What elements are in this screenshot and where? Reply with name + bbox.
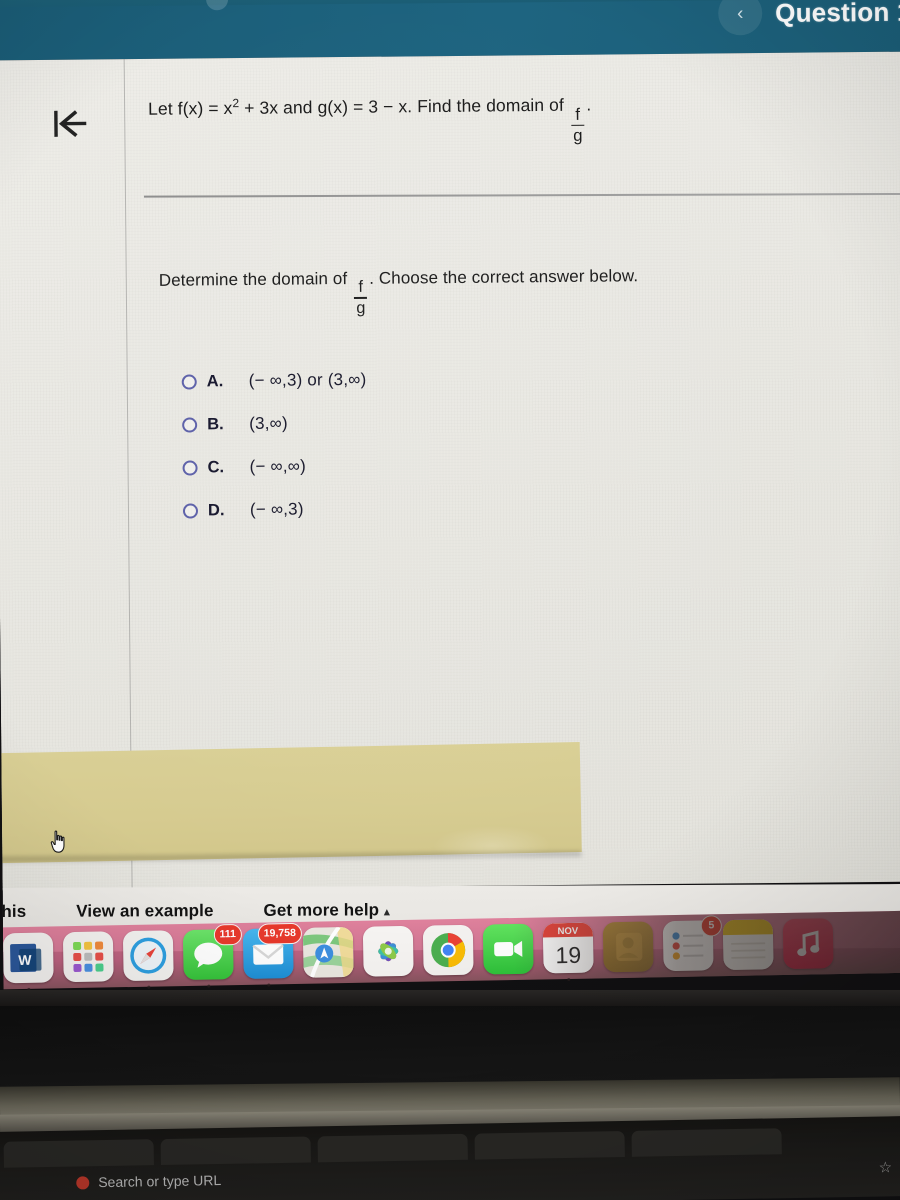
- radio-button-b[interactable]: [182, 417, 198, 433]
- background-tab[interactable]: [474, 1130, 625, 1160]
- facetime-icon: [482, 923, 534, 975]
- fraction-numerator: f: [575, 104, 581, 124]
- launchpad-icon: [62, 931, 114, 983]
- calendar-icon: NOV 19: [542, 922, 594, 974]
- caret-up-icon: ▴: [384, 906, 390, 919]
- contacts-icon: [602, 921, 654, 973]
- reminders-badge: 5: [700, 915, 723, 937]
- svg-text:W: W: [18, 952, 32, 968]
- laptop-screen: ‹ Question 10 Let f(x) = x2 + 3x and g(x…: [0, 0, 900, 1009]
- fraction-denominator: g: [573, 125, 583, 145]
- safari-icon: [122, 930, 174, 982]
- radio-button-d[interactable]: [182, 503, 199, 519]
- dock-item-safari[interactable]: [122, 930, 174, 989]
- background-omnibox[interactable]: Search or type URL: [76, 1172, 221, 1191]
- instruction-prefix: Determine the domain of: [158, 268, 353, 290]
- previous-question-button[interactable]: ‹: [718, 0, 763, 36]
- dock-item-reminders[interactable]: 5: [662, 915, 723, 972]
- background-browser-tabstrip: [0, 1126, 900, 1172]
- dock-item-google-chrome[interactable]: [422, 924, 474, 976]
- background-tab[interactable]: [631, 1128, 782, 1157]
- google-chrome-icon: [422, 924, 474, 976]
- adjacent-window-strip: [0, 742, 582, 864]
- microsoft-word-icon: W: [2, 932, 54, 984]
- fraction-f-over-g: fg: [571, 104, 585, 145]
- radio-button-c[interactable]: [182, 460, 198, 476]
- choice-letter-c: C.: [207, 457, 225, 477]
- dock-item-microsoft-word[interactable]: W: [2, 932, 54, 991]
- notes-icon: [722, 919, 774, 971]
- site-favicon-icon: [76, 1175, 90, 1190]
- background-tab[interactable]: [160, 1136, 311, 1166]
- instruction-suffix: . Choose the correct answer below.: [369, 266, 639, 288]
- choice-value-d: (− ∞,3): [249, 499, 304, 520]
- answer-choice-c[interactable]: C. (− ∞,∞): [160, 440, 860, 490]
- help-links: lve this View an example Get more help ▴: [0, 900, 390, 922]
- photograph-of-laptop-screen: ‹ Question 10 Let f(x) = x2 + 3x and g(x…: [0, 0, 900, 1200]
- background-monitor: Search or type URL ☆: [0, 1115, 900, 1200]
- messages-badge: 111: [213, 923, 243, 946]
- prompt-middle: + 3x and g(x) = 3 − x. Find the domain o…: [239, 94, 569, 118]
- solve-this-link[interactable]: lve this: [0, 902, 26, 922]
- get-more-help-label: Get more help: [263, 900, 380, 920]
- running-indicator-dot: [207, 984, 211, 988]
- dock-item-photos[interactable]: [362, 925, 414, 977]
- dock-item-launchpad[interactable]: [62, 931, 114, 983]
- solve-this-label: lve this: [0, 901, 27, 921]
- fraction-numerator: f: [358, 278, 364, 297]
- photos-icon: [362, 925, 414, 977]
- prompt-prefix: Let f(x) = x: [148, 97, 233, 119]
- background-tab[interactable]: [317, 1133, 468, 1163]
- answer-choice-d[interactable]: D. (− ∞,3): [161, 483, 861, 533]
- omnibox-placeholder: Search or type URL: [98, 1172, 222, 1191]
- choice-value-a: (− ∞,3) or (3,∞): [248, 370, 367, 391]
- answer-choice-a[interactable]: A. (− ∞,3) or (3,∞): [160, 354, 860, 404]
- svg-text:19: 19: [555, 942, 581, 968]
- dock-item-maps[interactable]: [302, 926, 354, 978]
- radio-button-a[interactable]: [181, 374, 197, 390]
- background-tab[interactable]: [3, 1139, 154, 1168]
- dock-item-messages[interactable]: 111: [182, 923, 243, 988]
- fraction-denominator: g: [356, 299, 366, 318]
- dock-item-music[interactable]: [782, 918, 834, 970]
- answer-choice-list: A. (− ∞,3) or (3,∞) B. (3,∞) C. (− ∞,∞): [160, 354, 862, 533]
- app-header-bar: ‹ Question 10: [0, 0, 900, 61]
- get-more-help-link[interactable]: Get more help ▴: [263, 900, 389, 921]
- running-indicator-dot: [567, 977, 571, 982]
- answer-instruction: Determine the domain of fg. Choose the c…: [159, 264, 859, 318]
- skip-to-start-icon[interactable]: [50, 103, 92, 143]
- question-number-title: Question 10: [775, 0, 900, 28]
- running-indicator-dot: [267, 983, 271, 987]
- ghost-tab-icon: [205, 0, 229, 11]
- music-icon: [782, 918, 834, 970]
- question-content-area: Let f(x) = x2 + 3x and g(x) = 3 − x. Fin…: [0, 51, 900, 891]
- choice-value-b: (3,∞): [249, 413, 288, 434]
- view-an-example-link[interactable]: View an example: [76, 901, 213, 922]
- question-prompt-row: Let f(x) = x2 + 3x and g(x) = 3 − x. Fin…: [50, 90, 880, 150]
- header-navigation: ‹ Question 10: [718, 0, 900, 36]
- dock-item-calendar[interactable]: NOV 19: [542, 922, 594, 982]
- choice-letter-b: B.: [207, 414, 224, 434]
- mail-badge: 19,758: [257, 922, 303, 945]
- answer-choice-b[interactable]: B. (3,∞): [160, 397, 860, 447]
- dock-item-facetime[interactable]: [482, 923, 534, 975]
- dock-item-contacts[interactable]: [602, 921, 654, 973]
- question-statement: Let f(x) = x2 + 3x and g(x) = 3 − x. Fin…: [148, 93, 592, 149]
- svg-text:NOV: NOV: [557, 926, 578, 937]
- answer-section: Determine the domain of fg. Choose the c…: [159, 264, 861, 532]
- fraction-f-over-g: fg: [354, 278, 368, 318]
- prompt-suffix: .: [586, 94, 592, 115]
- choice-value-c: (− ∞,∞): [249, 456, 306, 477]
- choice-letter-a: A.: [206, 371, 224, 391]
- chevron-left-icon: ‹: [736, 2, 744, 24]
- dock-item-mail[interactable]: 19,758: [242, 922, 303, 987]
- running-indicator-dot: [147, 985, 151, 989]
- bookmark-star-icon[interactable]: ☆: [879, 1158, 893, 1176]
- view-an-example-label: View an example: [76, 901, 214, 921]
- choice-letter-d: D.: [207, 500, 225, 520]
- horizontal-divider: [143, 192, 900, 198]
- maps-icon: [302, 926, 354, 978]
- dock-item-notes[interactable]: [722, 919, 774, 971]
